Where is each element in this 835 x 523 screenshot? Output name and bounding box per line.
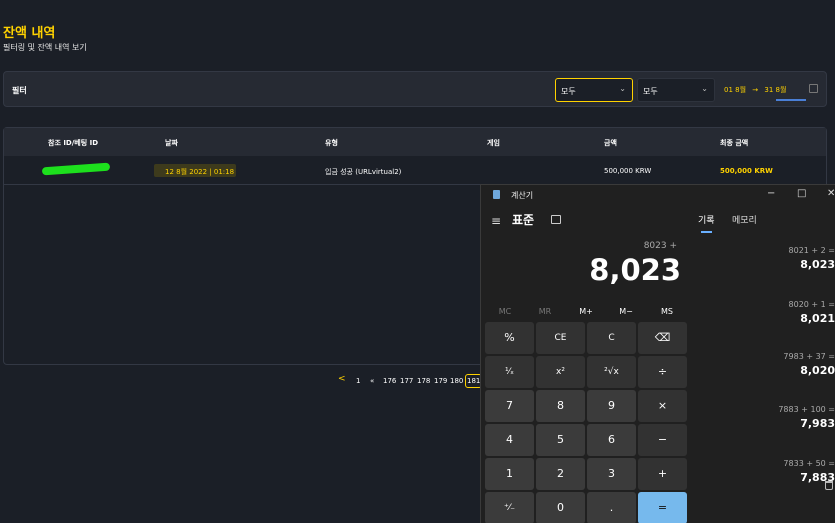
digit-8-button[interactable]: 8: [536, 390, 585, 422]
page-jump-back[interactable]: «: [370, 377, 374, 385]
chevron-down-icon: ⌄: [619, 84, 626, 93]
history-expr: 8020 + 1 =: [788, 300, 835, 309]
game-select[interactable]: 모두 ⌄: [637, 78, 715, 102]
history-item[interactable]: 8021 + 2 = 8,023: [695, 246, 835, 271]
row-amount: 500,000 KRW: [604, 167, 652, 175]
maximize-button[interactable]: □: [797, 188, 806, 199]
trash-icon[interactable]: [825, 481, 833, 490]
date-focus-underline: [776, 99, 806, 101]
minimize-button[interactable]: −: [767, 188, 775, 199]
keep-on-top-icon[interactable]: [551, 215, 561, 224]
sqrt-button[interactable]: ²√x: [587, 356, 636, 388]
digit-3-button[interactable]: 3: [587, 458, 636, 490]
digit-6-button[interactable]: 6: [587, 424, 636, 456]
history-item[interactable]: 8020 + 1 = 8,021: [695, 300, 835, 325]
history-expr: 8021 + 2 =: [788, 246, 835, 255]
minus-button[interactable]: −: [638, 424, 687, 456]
page-177[interactable]: 177: [400, 377, 413, 385]
tab-memory[interactable]: 메모리: [732, 213, 757, 226]
mc-button[interactable]: MC: [485, 307, 525, 316]
backspace-button[interactable]: ⌫: [638, 322, 687, 354]
tab-history[interactable]: 기록: [698, 213, 715, 226]
history-expr: 7883 + 100 =: [778, 405, 835, 414]
digit-7-button[interactable]: 7: [485, 390, 534, 422]
game-select-value: 모두: [643, 87, 658, 96]
history-result: 7,983: [800, 417, 835, 430]
col-date: 날짜: [165, 139, 178, 147]
calculator-window: 계산기 − □ ✕ ≡ 표준 기록 메모리 8023 + 8,023 MC MR…: [480, 184, 835, 523]
percent-button[interactable]: %: [485, 322, 534, 354]
row-type: 입금 성공 (URLvirtual2): [325, 168, 402, 176]
close-button[interactable]: ✕: [827, 188, 835, 199]
ms-button[interactable]: MS: [647, 307, 687, 316]
negate-button[interactable]: ⁺⁄₋: [485, 492, 534, 523]
history-result: 8,020: [800, 364, 835, 377]
date-to: 31 8월: [764, 86, 787, 94]
page-title: 잔액 내역: [3, 26, 56, 41]
page-179[interactable]: 179: [434, 377, 447, 385]
digit-1-button[interactable]: 1: [485, 458, 534, 490]
calculator-app-icon: [493, 190, 500, 199]
history-expr: 7833 + 50 =: [783, 459, 835, 468]
history-expr: 7983 + 37 =: [783, 352, 835, 361]
filter-bar: 필터 모두 ⌄ 모두 ⌄ 01 8월 → 31 8월: [3, 71, 827, 107]
square-button[interactable]: x²: [536, 356, 585, 388]
mr-button[interactable]: MR: [525, 307, 565, 316]
tab-active-indicator: [701, 231, 712, 233]
date-from: 01 8월: [724, 86, 747, 94]
prev-page-button[interactable]: <: [338, 374, 346, 384]
history-item[interactable]: 7983 + 37 = 8,020: [695, 352, 835, 377]
decimal-button[interactable]: .: [587, 492, 636, 523]
m-minus-button[interactable]: M−: [606, 307, 646, 316]
col-game: 게임: [487, 139, 500, 147]
type-select-value: 모두: [561, 87, 576, 96]
plus-button[interactable]: +: [638, 458, 687, 490]
chevron-down-icon: ⌄: [701, 84, 708, 93]
calculator-mode: 표준: [512, 213, 535, 227]
divide-button[interactable]: ÷: [638, 356, 687, 388]
ce-button[interactable]: CE: [536, 322, 585, 354]
page-180[interactable]: 180: [450, 377, 463, 385]
calculator-title: 계산기: [511, 191, 534, 200]
col-type: 유형: [325, 139, 338, 147]
history-item[interactable]: 7883 + 100 = 7,983: [695, 405, 835, 430]
memory-row: MC MR M+ M− MS: [485, 307, 689, 319]
calendar-icon[interactable]: [809, 84, 818, 93]
digit-9-button[interactable]: 9: [587, 390, 636, 422]
date-range-input[interactable]: 01 8월 → 31 8월: [722, 78, 822, 102]
m-plus-button[interactable]: M+: [566, 307, 606, 316]
result-display: 8,023: [589, 253, 681, 287]
expression-display: 8023 +: [643, 241, 677, 251]
digit-2-button[interactable]: 2: [536, 458, 585, 490]
filter-label: 필터: [12, 86, 27, 95]
equals-button[interactable]: =: [638, 492, 687, 523]
reciprocal-button[interactable]: ¹⁄ₓ: [485, 356, 534, 388]
history-result: 8,021: [800, 312, 835, 325]
digit-0-button[interactable]: 0: [536, 492, 585, 523]
calculator-titlebar[interactable]: 계산기 − □ ✕: [481, 185, 835, 205]
digit-5-button[interactable]: 5: [536, 424, 585, 456]
row-date: 12 8월 2022 | 01:18: [154, 164, 236, 177]
page-first[interactable]: 1: [356, 377, 360, 385]
col-amount: 금액: [604, 139, 617, 147]
table-row[interactable]: 12 8월 2022 | 01:18 입금 성공 (URLvirtual2) 5…: [4, 156, 826, 185]
redaction-mark: [41, 162, 111, 176]
row-final: 500,000 KRW: [720, 167, 773, 175]
table-header: 참조 ID/베팅 ID 날짜 유형 게임 금액 최종 금액: [4, 128, 826, 156]
page-176[interactable]: 176: [383, 377, 396, 385]
page-178[interactable]: 178: [417, 377, 430, 385]
c-button[interactable]: C: [587, 322, 636, 354]
history-result: 7,883: [800, 471, 835, 484]
history-item[interactable]: 7833 + 50 = 7,883: [695, 459, 835, 484]
col-final: 최종 금액: [720, 139, 749, 147]
page-subtitle: 필터링 및 잔액 내역 보기: [3, 43, 87, 52]
menu-icon[interactable]: ≡: [491, 214, 501, 228]
multiply-button[interactable]: ×: [638, 390, 687, 422]
history-result: 8,023: [800, 258, 835, 271]
arrow-right-icon: →: [752, 86, 759, 94]
digit-4-button[interactable]: 4: [485, 424, 534, 456]
col-ref: 참조 ID/베팅 ID: [48, 139, 99, 147]
type-select[interactable]: 모두 ⌄: [555, 78, 633, 102]
